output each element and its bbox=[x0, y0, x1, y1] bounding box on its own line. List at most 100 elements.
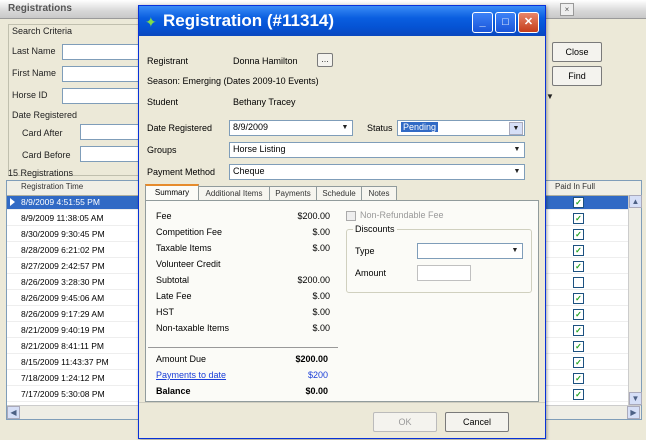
first-name-field[interactable] bbox=[62, 66, 140, 82]
chevron-down-icon[interactable]: ▼ bbox=[509, 245, 521, 256]
payment-method-label: Payment Method bbox=[147, 167, 216, 177]
scroll-down-icon[interactable]: ▼ bbox=[629, 392, 642, 405]
groups-label: Groups bbox=[147, 145, 177, 155]
balance-label: Balance bbox=[156, 386, 191, 396]
paid-in-full-checkbox[interactable]: ✓ bbox=[573, 261, 584, 272]
non-refundable-label: Non-Refundable Fee bbox=[360, 210, 444, 220]
amount-due-value: $200.00 bbox=[295, 354, 328, 364]
find-button[interactable]: Find bbox=[552, 66, 602, 86]
paid-in-full-checkbox[interactable]: ✓ bbox=[573, 357, 584, 368]
date-registered-label: Date Registered bbox=[12, 110, 78, 120]
vertical-scrollbar[interactable]: ▲ ▼ bbox=[628, 195, 642, 405]
column-paid-in-full[interactable]: Paid In Full bbox=[555, 182, 595, 191]
chevron-down-icon[interactable]: ▼ bbox=[546, 92, 554, 101]
close-button[interactable]: Close bbox=[552, 42, 602, 62]
taxable-items-value: $.00 bbox=[312, 243, 330, 253]
registrant-lookup-button[interactable]: … bbox=[317, 53, 333, 67]
late-fee-label: Late Fee bbox=[156, 291, 192, 301]
paid-in-full-checkbox[interactable]: ✓ bbox=[573, 197, 584, 208]
minimize-icon[interactable]: _ bbox=[472, 12, 493, 33]
registration-dialog: ✦ Registration (#11314) _ □ ✕ Registrant… bbox=[138, 5, 546, 439]
paid-in-full-checkbox[interactable]: ✓ bbox=[573, 309, 584, 320]
scroll-right-icon[interactable]: ▶ bbox=[627, 406, 640, 419]
paid-in-full-checkbox[interactable] bbox=[573, 277, 584, 288]
card-after-field[interactable] bbox=[80, 124, 140, 140]
registration-time-cell: 8/30/2009 9:30:45 PM bbox=[21, 229, 105, 239]
chevron-down-icon[interactable]: ▼ bbox=[511, 166, 523, 177]
hst-label: HST bbox=[156, 307, 174, 317]
totals-section: Amount Due $200.00 Payments to date $200… bbox=[148, 347, 338, 396]
tab-payments[interactable]: Payments bbox=[269, 186, 317, 200]
last-name-label: Last Name bbox=[12, 46, 56, 56]
status-label: Status bbox=[367, 123, 393, 133]
paid-in-full-checkbox[interactable]: ✓ bbox=[573, 293, 584, 304]
tab-strip: Summary Additional Items Payments Schedu… bbox=[145, 184, 537, 202]
close-icon[interactable]: ✕ bbox=[518, 12, 539, 33]
dialog-footer: OK Cancel bbox=[139, 402, 545, 439]
paid-in-full-checkbox[interactable]: ✓ bbox=[573, 213, 584, 224]
registrations-window-title: Registrations bbox=[8, 3, 72, 14]
chevron-down-icon[interactable]: ▼ bbox=[509, 122, 523, 135]
student-label: Student bbox=[147, 97, 179, 107]
horse-id-field[interactable] bbox=[62, 88, 140, 104]
paid-in-full-checkbox[interactable]: ✓ bbox=[573, 373, 584, 384]
paid-in-full-checkbox[interactable]: ✓ bbox=[573, 325, 584, 336]
row-indicator-icon bbox=[10, 198, 15, 206]
discounts-title: Discounts bbox=[353, 224, 397, 234]
tab-notes[interactable]: Notes bbox=[361, 186, 397, 200]
scroll-up-icon[interactable]: ▲ bbox=[629, 195, 642, 208]
close-icon[interactable]: × bbox=[560, 3, 574, 16]
tab-additional-items[interactable]: Additional Items bbox=[198, 186, 270, 200]
discount-type-select[interactable]: ▼ bbox=[417, 243, 523, 259]
card-before-field[interactable] bbox=[80, 146, 140, 162]
last-name-field[interactable] bbox=[62, 44, 140, 60]
cancel-button[interactable]: Cancel bbox=[445, 412, 509, 432]
fee-label: Fee bbox=[156, 211, 172, 221]
date-registered-label: Date Registered bbox=[147, 123, 213, 133]
registration-time-cell: 8/26/2009 9:17:29 AM bbox=[21, 309, 105, 319]
registrant-label: Registrant bbox=[147, 56, 189, 66]
payments-to-date-link[interactable]: Payments to date bbox=[156, 370, 226, 380]
registration-time-cell: 8/26/2009 3:28:30 PM bbox=[21, 277, 105, 287]
registration-time-cell: 8/27/2009 2:42:57 PM bbox=[21, 261, 105, 271]
column-registration-time[interactable]: Registration Time bbox=[21, 182, 83, 191]
scroll-left-icon[interactable]: ◀ bbox=[7, 406, 20, 419]
registration-time-cell: 8/21/2009 8:41:11 PM bbox=[21, 341, 105, 351]
status-value: Pending bbox=[401, 122, 439, 132]
chevron-down-icon[interactable]: ▼ bbox=[339, 122, 351, 133]
date-registered-value: 8/9/2009 bbox=[233, 122, 269, 132]
tab-schedule[interactable]: Schedule bbox=[316, 186, 362, 200]
discount-amount-label: Amount bbox=[355, 268, 387, 278]
discount-type-label: Type bbox=[355, 246, 375, 256]
search-criteria-title: Search Criteria bbox=[12, 26, 73, 36]
date-registered-picker[interactable]: 8/9/2009 ▼ bbox=[229, 120, 353, 136]
registration-time-cell: 8/28/2009 6:21:02 PM bbox=[21, 245, 105, 255]
discount-amount-field[interactable] bbox=[417, 265, 471, 281]
maximize-icon[interactable]: □ bbox=[495, 12, 516, 33]
non-refundable-checkbox[interactable] bbox=[346, 211, 356, 221]
horse-id-label: Horse ID bbox=[12, 90, 48, 100]
student-value: Bethany Tracey bbox=[233, 97, 296, 107]
ok-button[interactable]: OK bbox=[373, 412, 437, 432]
paid-in-full-checkbox[interactable]: ✓ bbox=[573, 341, 584, 352]
registration-time-cell: 8/9/2009 11:38:05 AM bbox=[21, 213, 104, 223]
fees-summary: Fee $200.00 Competition Fee $.00 Taxable… bbox=[148, 207, 340, 397]
paid-in-full-checkbox[interactable]: ✓ bbox=[573, 229, 584, 240]
paid-in-full-checkbox[interactable]: ✓ bbox=[573, 389, 584, 400]
groups-select[interactable]: Horse Listing ▼ bbox=[229, 142, 525, 158]
payment-method-value: Cheque bbox=[233, 166, 265, 176]
status-select[interactable]: Pending ▼ bbox=[397, 120, 525, 136]
registration-time-cell: 8/15/2009 11:43:37 PM bbox=[21, 357, 109, 367]
first-name-label: First Name bbox=[12, 68, 57, 78]
payment-method-select[interactable]: Cheque ▼ bbox=[229, 164, 525, 180]
late-fee-value: $.00 bbox=[312, 291, 330, 301]
competition-fee-label: Competition Fee bbox=[156, 227, 223, 237]
chevron-down-icon[interactable]: ▼ bbox=[511, 144, 523, 155]
taxable-items-label: Taxable Items bbox=[156, 243, 212, 253]
volunteer-credit-label: Volunteer Credit bbox=[156, 259, 221, 269]
registration-time-cell: 8/9/2009 4:51:55 PM bbox=[21, 197, 100, 207]
dialog-titlebar[interactable]: ✦ Registration (#11314) _ □ ✕ bbox=[139, 6, 545, 36]
grid-caption: 15 Registrations bbox=[8, 168, 74, 178]
subtotal-value: $200.00 bbox=[297, 275, 330, 285]
paid-in-full-checkbox[interactable]: ✓ bbox=[573, 245, 584, 256]
